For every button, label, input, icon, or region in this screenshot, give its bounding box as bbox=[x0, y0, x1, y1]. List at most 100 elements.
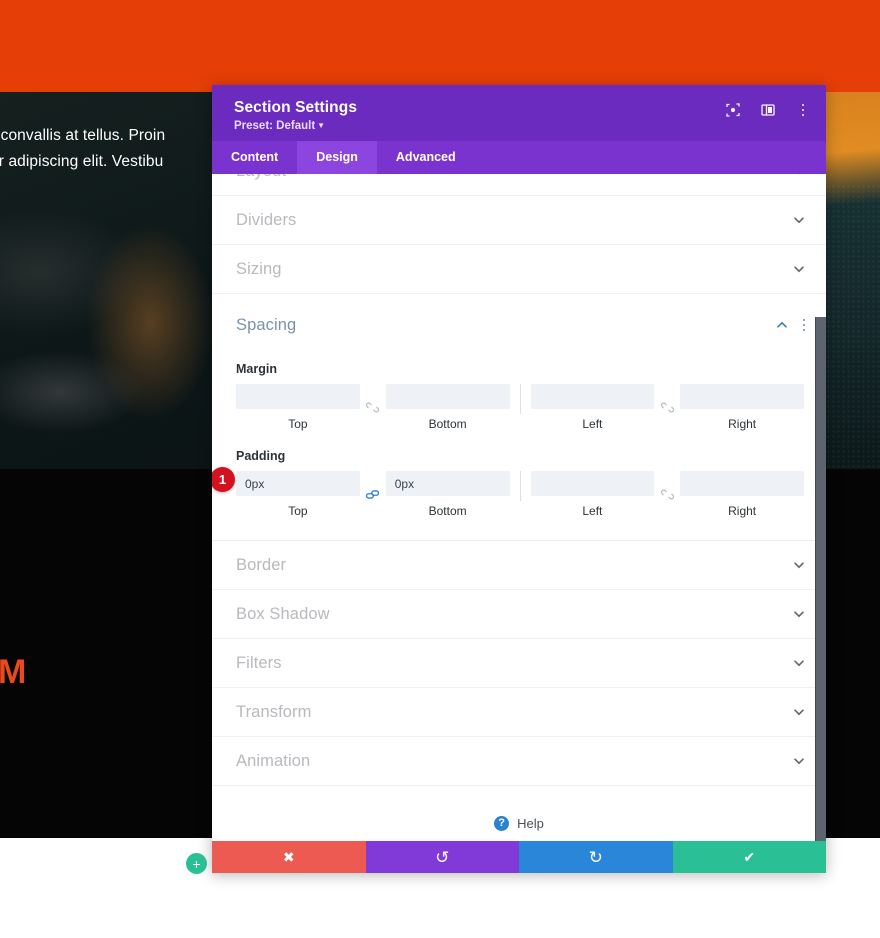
margin-right-cell: Right bbox=[680, 384, 804, 431]
accordion-row-layout[interactable]: Layout bbox=[212, 174, 826, 196]
header-icon-group bbox=[724, 101, 812, 119]
preset-selector[interactable]: Preset: Default ▼ bbox=[234, 120, 808, 132]
chevron-down-icon[interactable] bbox=[792, 656, 806, 670]
modal-action-bar: ✖ ↺ ↻ ✔ bbox=[212, 841, 826, 873]
accordion-controls bbox=[792, 558, 806, 572]
tab-advanced[interactable]: Advanced bbox=[377, 141, 475, 174]
margin-leftright-link-icon[interactable] bbox=[654, 395, 680, 420]
padding-top-sublabel: Top bbox=[288, 504, 308, 518]
margin-left-sublabel: Left bbox=[582, 417, 603, 431]
padding-left-cell: Left bbox=[530, 471, 655, 518]
padding-topbottom-link-icon[interactable] bbox=[360, 482, 386, 507]
modal-body: Layout Dividers Sizing bbox=[212, 174, 826, 873]
margin-right-input[interactable] bbox=[680, 384, 804, 409]
section-settings-modal: Section Settings Preset: Default ▼ Conte… bbox=[212, 85, 826, 873]
modal-scrollbar[interactable] bbox=[815, 317, 826, 873]
hero-photo-right bbox=[826, 92, 880, 469]
accordion-label: Spacing bbox=[236, 315, 297, 334]
accordion-label: Sizing bbox=[236, 259, 282, 278]
accordion-row-animation[interactable]: Animation bbox=[212, 737, 826, 786]
save-button[interactable]: ✔ bbox=[672, 841, 826, 873]
padding-left-sublabel: Left bbox=[582, 504, 603, 518]
padding-leftright-link-icon[interactable] bbox=[654, 482, 680, 507]
margin-label: Margin bbox=[236, 362, 277, 376]
padding-left-input[interactable] bbox=[530, 471, 655, 496]
accordion-row-spacing[interactable]: Spacing bbox=[212, 294, 826, 346]
question-mark-icon: ? bbox=[494, 816, 510, 831]
margin-top-input[interactable] bbox=[236, 384, 360, 409]
padding-group-divider bbox=[519, 471, 521, 501]
chevron-down-icon[interactable] bbox=[792, 607, 806, 621]
margin-right-sublabel: Right bbox=[728, 417, 757, 431]
orange-banner bbox=[0, 0, 880, 92]
modal-header: Section Settings Preset: Default ▼ bbox=[212, 85, 826, 141]
accordion-controls bbox=[792, 607, 806, 621]
accordion-label: Box Shadow bbox=[236, 604, 330, 623]
close-icon: ✖ bbox=[282, 849, 295, 865]
accordion-controls bbox=[775, 317, 806, 333]
layout-panel-icon[interactable] bbox=[759, 101, 777, 119]
margin-topbottom-pair: Top Bottom bbox=[236, 384, 510, 431]
help-link[interactable]: ? Help bbox=[212, 786, 826, 831]
accordion-controls bbox=[792, 262, 806, 276]
margin-bottom-cell: Bottom bbox=[385, 384, 510, 431]
margin-left-cell: Left bbox=[530, 384, 655, 431]
accordion-controls bbox=[792, 754, 806, 768]
screenshot-root: ectetur sed, convallis at tellus. Proin … bbox=[0, 0, 880, 938]
accordion-controls bbox=[792, 656, 806, 670]
accordion-label: Border bbox=[236, 555, 287, 574]
tab-content[interactable]: Content bbox=[212, 141, 297, 174]
undo-icon: ↺ bbox=[435, 847, 450, 867]
padding-right-sublabel: Right bbox=[728, 504, 757, 518]
accordion-label: Layout bbox=[236, 174, 286, 181]
chevron-down-icon[interactable] bbox=[792, 262, 806, 276]
chevron-down-icon[interactable] bbox=[792, 705, 806, 719]
settings-scroll-area: Layout Dividers Sizing bbox=[212, 174, 826, 873]
accordion-label: Dividers bbox=[236, 210, 297, 229]
padding-leftright-pair: Left Right bbox=[530, 471, 804, 518]
accordion-row-sizing[interactable]: Sizing bbox=[212, 245, 826, 294]
accordion-row-transform[interactable]: Transform bbox=[212, 688, 826, 737]
preset-label: Preset: Default bbox=[234, 120, 316, 132]
margin-topbottom-link-icon[interactable] bbox=[360, 395, 386, 420]
tab-design[interactable]: Design bbox=[297, 141, 377, 174]
modal-tabs: Content Design Advanced bbox=[212, 141, 826, 174]
margin-group-divider bbox=[519, 384, 521, 414]
checkmark-icon: ✔ bbox=[743, 849, 756, 865]
accordion-label: Transform bbox=[236, 702, 312, 721]
add-section-button[interactable]: + bbox=[186, 853, 207, 874]
padding-right-input[interactable] bbox=[680, 471, 804, 496]
undo-button[interactable]: ↺ bbox=[365, 841, 519, 873]
padding-top-cell: 0px Top bbox=[236, 471, 360, 518]
accordion-controls bbox=[792, 174, 806, 178]
padding-bottom-input[interactable]: 0px bbox=[385, 471, 510, 496]
cancel-button[interactable]: ✖ bbox=[212, 841, 366, 873]
accordion-row-filters[interactable]: Filters bbox=[212, 639, 826, 688]
accordion-row-border[interactable]: Border bbox=[212, 541, 826, 590]
padding-bottom-cell: 0px Bottom bbox=[385, 471, 510, 518]
more-options-icon[interactable] bbox=[794, 101, 812, 119]
accordion-label: Filters bbox=[236, 653, 282, 672]
accordion-label: Animation bbox=[236, 751, 311, 770]
accordion-controls bbox=[792, 213, 806, 227]
focus-icon[interactable] bbox=[724, 101, 742, 119]
chevron-up-icon[interactable] bbox=[775, 318, 789, 332]
margin-top-cell: Top bbox=[236, 384, 360, 431]
chevron-down-icon[interactable] bbox=[792, 754, 806, 768]
accordion-row-box-shadow[interactable]: Box Shadow bbox=[212, 590, 826, 639]
margin-fields: Top Bottom Left Right bbox=[236, 384, 804, 431]
accordion-clip-wrapper: Layout bbox=[212, 174, 826, 196]
accordion-row-dividers[interactable]: Dividers bbox=[212, 196, 826, 245]
section-options-icon[interactable] bbox=[802, 317, 806, 333]
redo-button[interactable]: ↻ bbox=[519, 841, 673, 873]
chevron-down-icon[interactable] bbox=[792, 558, 806, 572]
margin-leftright-pair: Left Right bbox=[530, 384, 804, 431]
chevron-down-icon[interactable] bbox=[792, 174, 806, 178]
step-badge: 1 bbox=[212, 467, 235, 492]
margin-bottom-sublabel: Bottom bbox=[428, 417, 467, 431]
help-label: Help bbox=[517, 816, 544, 831]
padding-top-input[interactable]: 0px bbox=[236, 471, 360, 496]
margin-bottom-input[interactable] bbox=[385, 384, 510, 409]
chevron-down-icon[interactable] bbox=[792, 213, 806, 227]
margin-left-input[interactable] bbox=[530, 384, 655, 409]
